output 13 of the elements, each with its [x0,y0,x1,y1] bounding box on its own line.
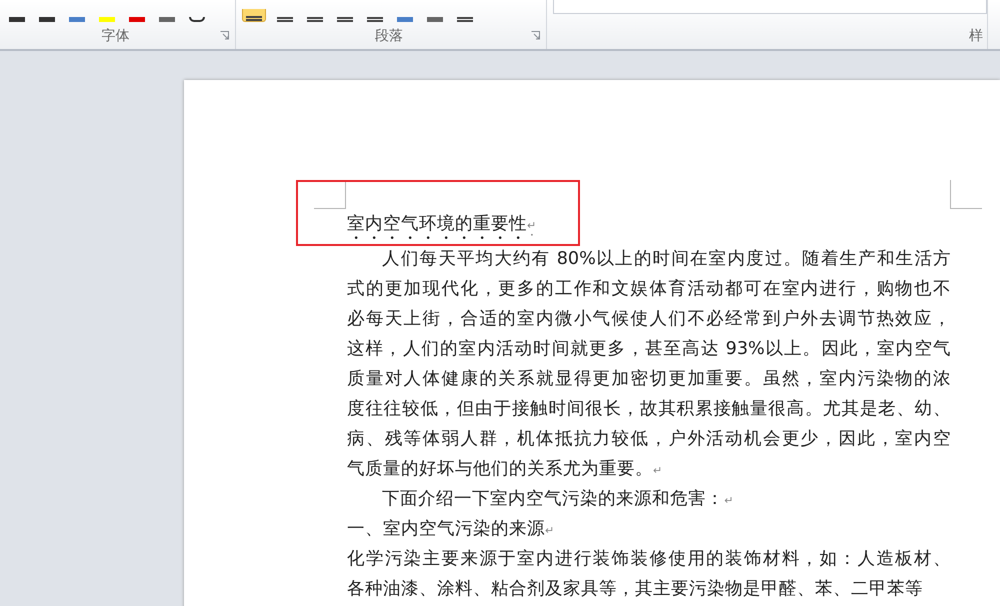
document-heading: 室内空气环境的重要性↵ [347,214,536,234]
crop-mark [314,180,346,209]
body-paragraph: 人们每天平均大约有 80%以上的时间在室内度过。随着生产和生活方 式的更加现代化，更多的工作和文娱体育活动都可在室内进行，购物也不 必每天上街，合适的室内微小气候使人们不必经常到户外去调节热效应， 这样，人们的室内活动时间就更多，甚至高达 93%以上。因此，室内空气 质量对人体健康的关系就显得更加密切更加重要。虽然，室内污染物的浓 度往往较低，但由于接触时间很长，故其积累接触量很高。尤其是老、幼、 病、残等体弱人群，机体抵抗力较低，户外活动机会更少，因此，室内空 气质量的好坏与他们的关系尤为重要。↵ [347,248,952,481]
crop-mark [950,180,982,209]
dialog-launcher-icon[interactable] [220,31,229,40]
body-paragraph: 一、室内空气污染的来源↵ [347,518,556,541]
body-paragraph: 化学污染主要来源于室内进行装饰装修使用的装饰材料，如：人造板材、 各种油漆、涂料、粘合剂及家具等，其主要污染物是甲醛、苯、二甲苯等 [347,548,952,601]
group-label: 段落 [375,26,403,44]
align-left-button[interactable] [242,9,266,22]
group-label: 字体 [102,26,130,44]
dialog-launcher-icon[interactable] [531,31,540,40]
body-paragraph: 下面介绍一下室内空气污染的来源和危害：↵ [381,488,734,511]
group-label: 样 [969,26,983,44]
